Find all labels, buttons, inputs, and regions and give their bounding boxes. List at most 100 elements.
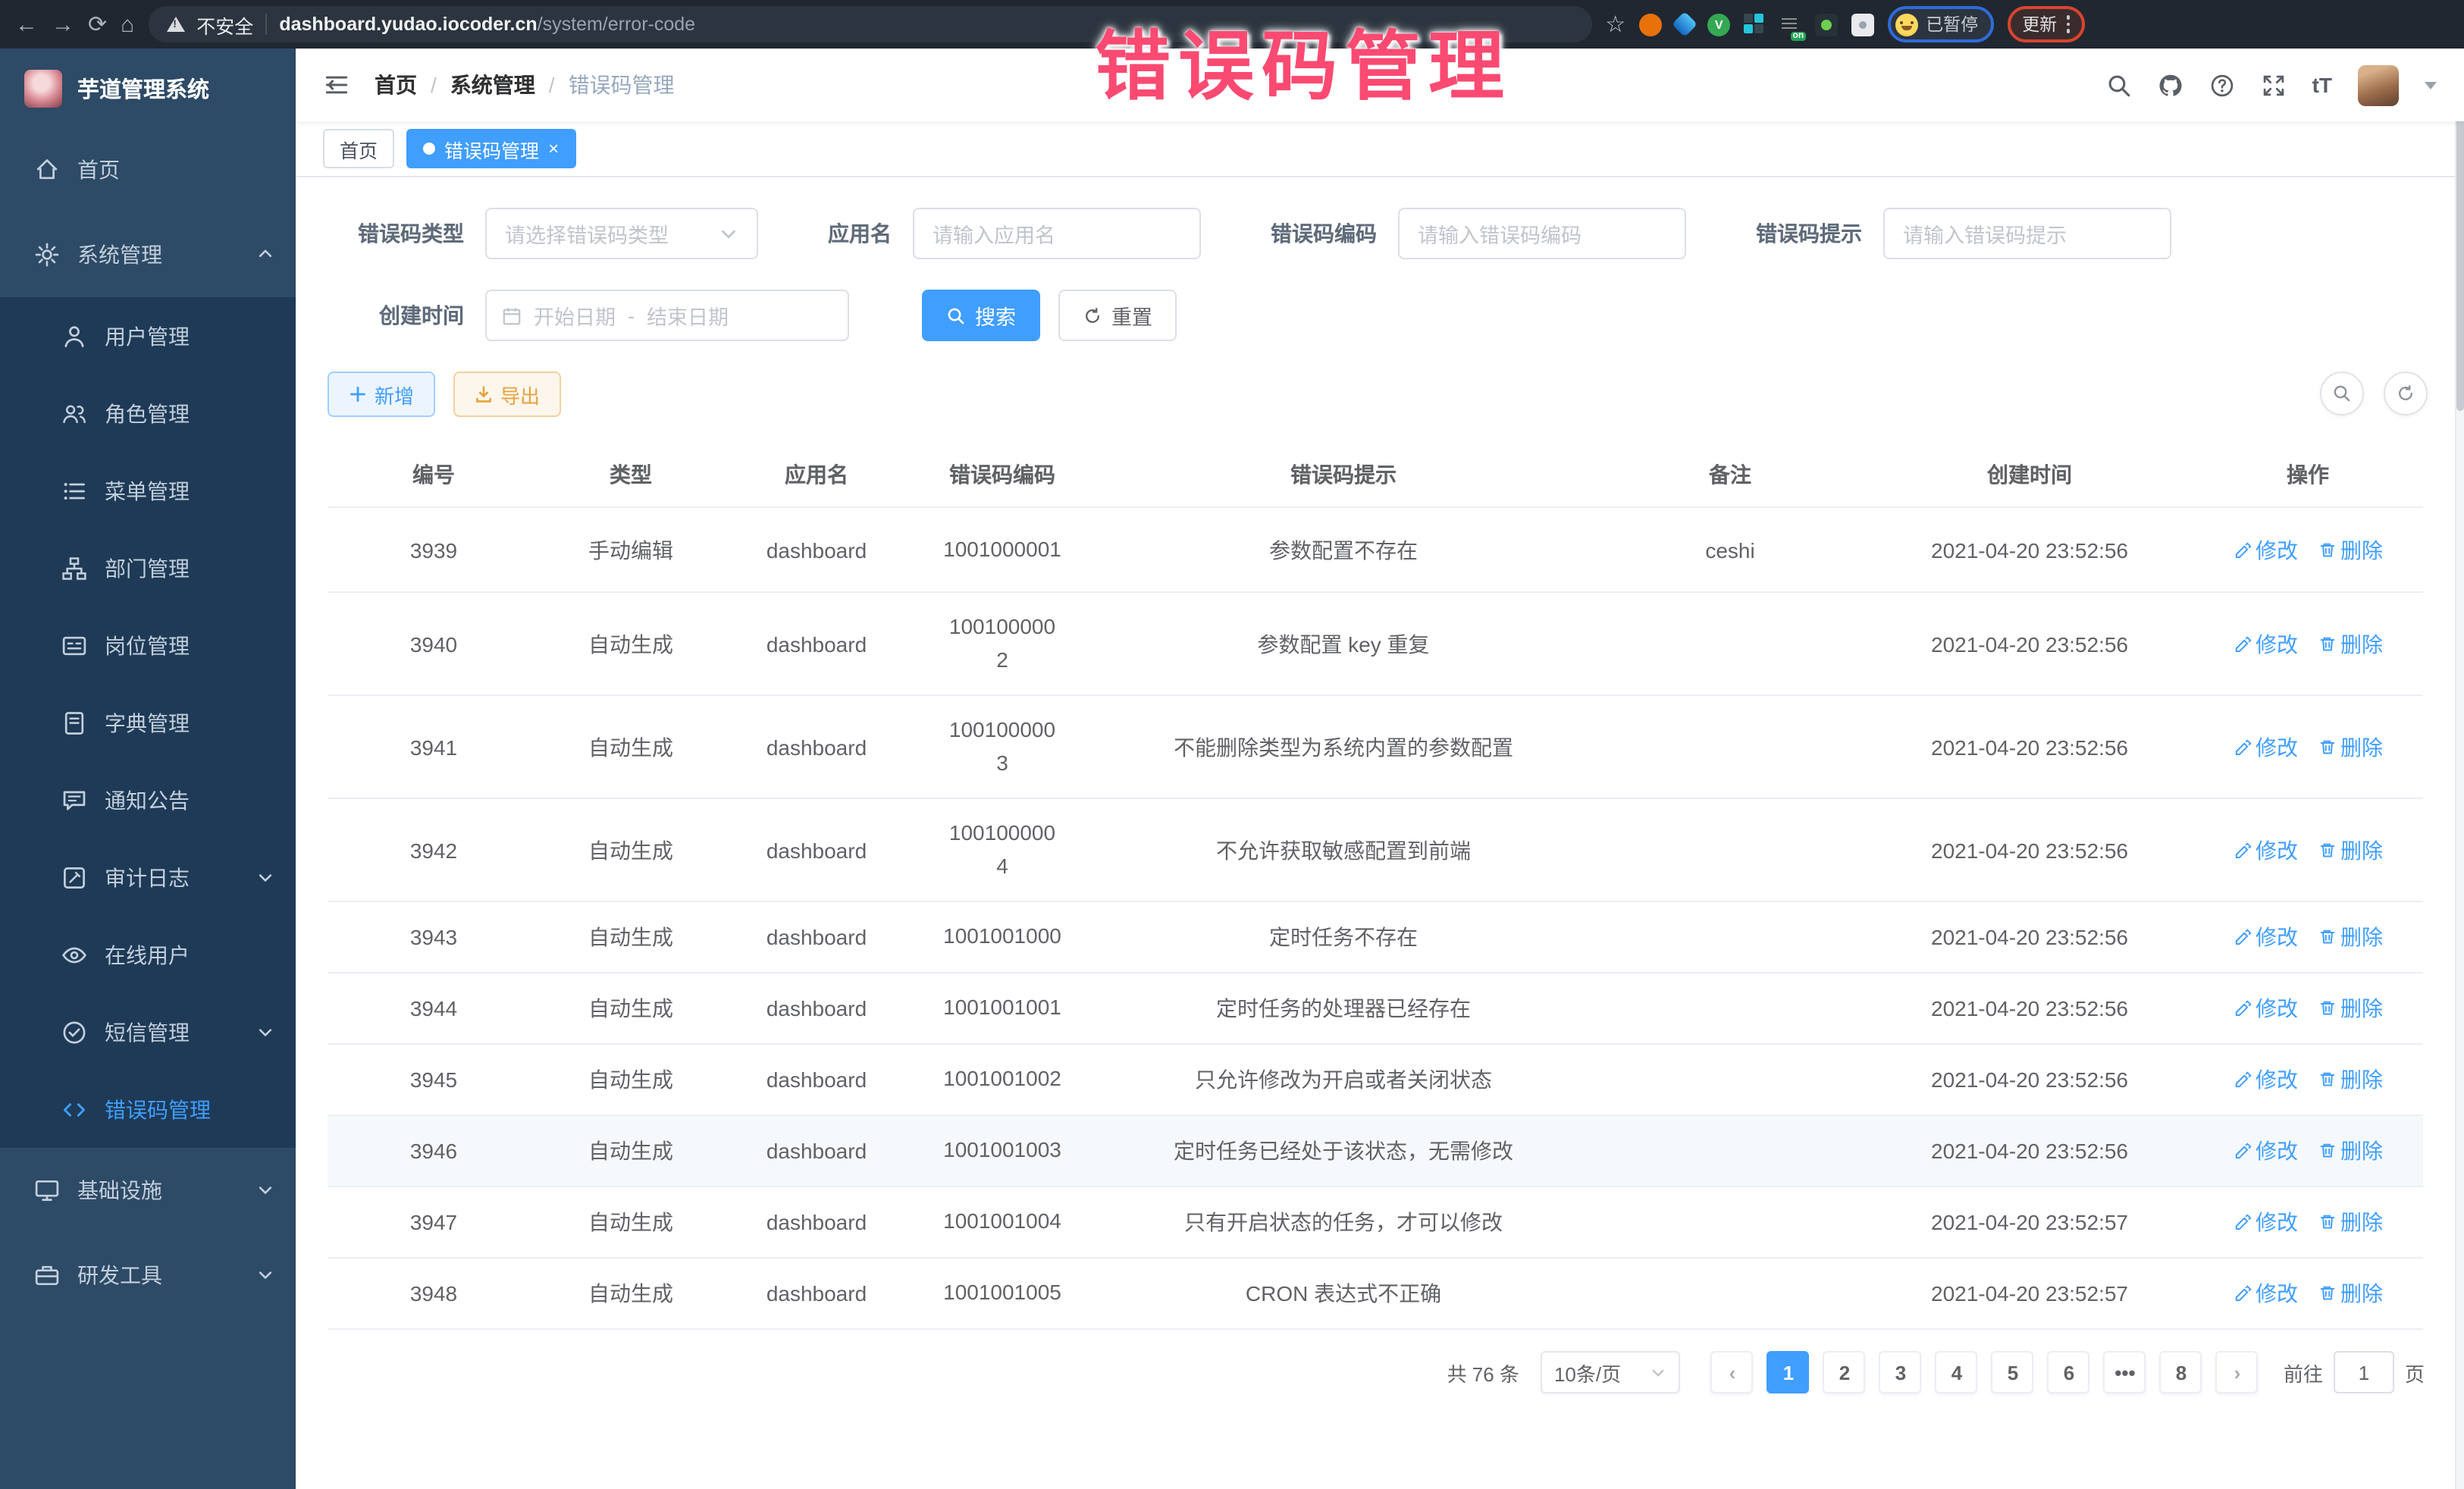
edit-link[interactable]: 修改 [2233,534,2298,565]
home-icon[interactable]: ⌂ [121,13,134,36]
delete-link[interactable]: 删除 [2318,534,2383,565]
refresh-button[interactable] [2384,371,2428,415]
avatar-caret-icon[interactable] [2425,81,2437,89]
edit-link[interactable]: 修改 [2233,1064,2298,1095]
sidebar-item-online-user[interactable]: 在线用户 [0,916,296,993]
page-size-select[interactable]: 10条/页 [1541,1351,1680,1393]
extension-icon-gem[interactable] [1672,11,1698,37]
sidebar-item-role[interactable]: 角色管理 [0,375,296,452]
delete-link[interactable]: 删除 [2318,1064,2383,1095]
sidebar-item-infra[interactable]: 基础设施 [0,1148,296,1233]
fullscreen-icon[interactable] [2261,72,2287,98]
sidebar-item-error-code[interactable]: 错误码管理 [0,1071,296,1148]
error-type-select[interactable]: 请选择错误码类型 [485,208,758,259]
sidebar-logo[interactable]: 芋道管理系统 [0,49,296,127]
sidebar-item-menu[interactable]: 菜单管理 [0,452,296,529]
tag-error-code[interactable]: 错误码管理 × [406,129,575,168]
edit-link[interactable]: 修改 [2233,629,2298,659]
edit-link[interactable]: 修改 [2233,732,2298,762]
help-icon[interactable] [2209,72,2235,98]
date-range-picker[interactable]: 开始日期 - 结束日期 [485,290,849,341]
search-icon[interactable] [2106,72,2132,98]
sidebar-item-dev-tools[interactable]: 研发工具 [0,1233,296,1318]
browser-profile-chip[interactable]: 已暂停 [1888,6,1993,42]
bookmark-star-icon[interactable]: ☆ [1605,11,1625,38]
sidebar-item-notice[interactable]: 通知公告 [0,761,296,839]
browser-update-button[interactable]: 更新 [2007,6,2085,42]
close-tag-icon[interactable]: × [548,139,559,158]
delete-link[interactable]: 删除 [2318,1207,2383,1237]
search-button[interactable]: 搜索 [922,290,1040,341]
reload-icon[interactable]: ⟳ [88,13,107,36]
page-button-3[interactable]: 3 [1879,1351,1922,1393]
edit-link[interactable]: 修改 [2233,1207,2298,1237]
sidebar-item-audit-log[interactable]: 审计日志 [0,839,296,916]
edit-link[interactable]: 修改 [2233,922,2298,952]
next-page-button[interactable]: › [2216,1351,2259,1393]
prev-page-button[interactable]: ‹ [1711,1351,1754,1393]
extension-icon-on-switch[interactable]: on [1779,13,1801,36]
start-date-input[interactable]: 开始日期 [534,300,616,331]
row-type: 自动生成 [540,1064,722,1095]
page-button-6[interactable]: 6 [2048,1351,2090,1393]
code-icon [61,1096,88,1123]
forward-icon[interactable]: → [52,13,74,36]
sidebar-item-sms[interactable]: 短信管理 [0,993,296,1071]
edit-link[interactable]: 修改 [2233,1278,2298,1309]
delete-link[interactable]: 删除 [2318,993,2383,1023]
sidebar-item-post[interactable]: 岗位管理 [0,607,296,684]
edit-link[interactable]: 修改 [2233,835,2298,865]
chevron-up-icon [256,246,274,264]
page-button-5[interactable]: 5 [1992,1351,2034,1393]
app-name-input[interactable]: 请输入应用名 [913,208,1201,259]
collapse-menu-icon[interactable] [323,71,350,99]
edit-link[interactable]: 修改 [2233,993,2298,1023]
reset-button[interactable]: 重置 [1058,290,1177,341]
add-button[interactable]: 新增 [328,371,435,417]
font-size-icon[interactable]: tT [2312,73,2332,97]
delete-link[interactable]: 删除 [2318,922,2383,952]
page-button-1[interactable]: 1 [1767,1351,1810,1393]
extension-icon-orange[interactable] [1639,13,1662,36]
sidebar-item-system[interactable]: 系统管理 [0,212,296,297]
sidebar-item-dept[interactable]: 部门管理 [0,529,296,607]
sidebar-item-dict[interactable]: 字典管理 [0,684,296,761]
error-msg-input[interactable]: 请输入错误码提示 [1883,208,2171,259]
table-row: 3944自动生成dashboard1001001001定时任务的处理器已经存在2… [328,973,2423,1045]
delete-link[interactable]: 删除 [2318,835,2383,865]
extensions-puzzle-icon[interactable] [1851,13,1874,36]
browser-menu-icon[interactable] [2066,16,2070,33]
row-ops: 修改删除 [2193,732,2423,762]
sidebar-item-label: 字典管理 [105,707,274,738]
goto-page-input[interactable]: 1 [2334,1351,2394,1393]
toggle-search-button[interactable] [2320,371,2364,415]
extension-icon-key[interactable] [1815,13,1838,36]
page-button-4[interactable]: 4 [1936,1351,1978,1393]
chevron-down-icon [719,224,738,243]
tag-home[interactable]: 首页 [323,129,394,168]
delete-link[interactable]: 删除 [2318,1136,2383,1166]
sidebar-item-user[interactable]: 用户管理 [0,297,296,375]
page-button-2[interactable]: 2 [1823,1351,1866,1393]
delete-link[interactable]: 删除 [2318,1278,2383,1309]
github-icon[interactable] [2158,72,2183,98]
row-id: 3943 [328,925,540,949]
error-code-input[interactable]: 请输入错误码编码 [1398,208,1686,259]
page-scrollbar[interactable] [2455,49,2464,1489]
page-ellipsis-button[interactable]: ••• [2104,1351,2146,1393]
extension-icon-grid[interactable] [1744,14,1765,35]
row-ops: 修改删除 [2193,1064,2423,1095]
extension-icon-green-v[interactable]: V [1707,13,1730,36]
user-avatar[interactable] [2358,64,2399,105]
delete-link[interactable]: 删除 [2318,732,2383,762]
export-button[interactable]: 导出 [453,371,561,417]
back-icon[interactable]: ← [15,13,38,36]
row-msg: 定时任务不存在 [1093,922,1594,952]
sidebar-item-home[interactable]: 首页 [0,127,296,212]
breadcrumb-home[interactable]: 首页 [375,70,417,100]
end-date-input[interactable]: 结束日期 [647,300,729,331]
edit-link[interactable]: 修改 [2233,1136,2298,1166]
breadcrumb-system[interactable]: 系统管理 [450,70,535,100]
page-button-8[interactable]: 8 [2160,1351,2202,1393]
delete-link[interactable]: 删除 [2318,629,2383,659]
